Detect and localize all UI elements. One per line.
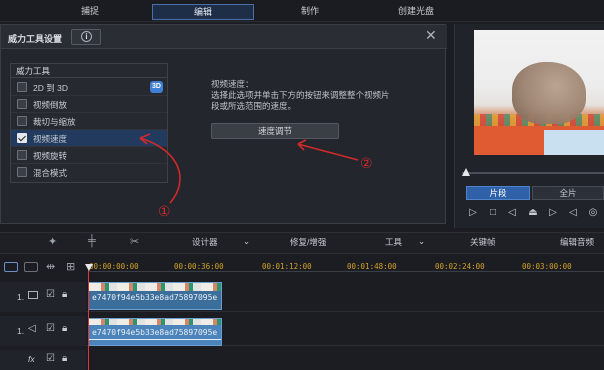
tools-menu[interactable]: 工具 [385,236,402,248]
audio-track: 1. ◁ ☑ 🔒︎ e7470f94e5b33e8ad75897095e [0,316,604,346]
edit-audio-button[interactable]: 编辑音频 [560,236,594,248]
track-header: fx ☑ 🔒︎ [0,350,86,370]
ruler-label: 00:00:36:00 [174,262,224,271]
playhead-handle-icon[interactable] [85,264,93,271]
lock-icon[interactable]: 🔒︎ [62,353,67,364]
play-icon[interactable]: ▷ [466,206,480,220]
scrubber-handle-icon[interactable] [462,168,470,176]
lock-icon[interactable]: 🔒︎ [62,323,67,334]
lock-icon[interactable]: 🔒︎ [62,289,67,300]
clip-name: e7470f94e5b33e8ad75897095e [92,293,218,302]
track-number: 1. [17,326,25,336]
audio-clip[interactable]: e7470f94e5b33e8ad75897095e [88,318,222,346]
audio-level-line [89,339,221,340]
speaker-icon: ◁ [28,323,36,334]
annotation-number-2: ② [360,156,373,172]
video-track: 1. ☑ 🔒︎ e7470f94e5b33e8ad75897095e [0,282,604,312]
track-header: 1. ◁ ☑ 🔒︎ [0,316,86,346]
timeline-ruler[interactable] [88,271,604,272]
volume-icon[interactable]: ◁ [566,206,580,220]
track-number: 1. [17,292,25,302]
stop-icon[interactable]: □ [486,206,500,220]
magic-icon[interactable]: ✦ [48,235,57,248]
next-frame-icon[interactable]: ▷ [546,206,560,220]
preview-scrubber[interactable] [462,172,604,174]
track-header: 1. ☑ 🔒︎ [0,282,86,312]
keyframe-button[interactable]: 关键帧 [470,236,496,248]
fix-enhance-button[interactable]: 修复/增强 [290,236,326,248]
effects-track: fx ☑ 🔒︎ [0,350,604,370]
clip-name: e7470f94e5b33e8ad75897095e [92,328,218,337]
fit-icon[interactable]: ⇹ [46,260,55,273]
video-clip[interactable]: e7470f94e5b33e8ad75897095e [88,282,222,310]
chevron-down-icon[interactable]: ⌄ [243,236,250,247]
ruler-label: 00:02:24:00 [435,262,485,271]
storyboard-view-icon[interactable] [24,262,38,272]
video-preview [474,30,604,155]
clip-mode-tab[interactable]: 片段 [466,186,530,200]
timeline-view-icon[interactable] [4,262,18,272]
ruler-label: 00:03:00:00 [522,262,572,271]
annotation-number-1: ① [158,204,171,220]
annotation-arrow-1 [139,137,181,204]
track-enable-checkbox-icon[interactable]: ☑ [46,353,55,364]
designer-menu[interactable]: 设计器 [192,236,218,248]
previous-frame-icon[interactable]: ◁ [505,206,519,220]
split-icon[interactable]: ╪ [88,235,96,247]
fx-icon: fx [28,354,35,364]
scissors-icon[interactable]: ✂ [130,235,139,248]
chevron-down-icon[interactable]: ⌄ [418,236,425,247]
ruler-label: 00:01:12:00 [262,262,312,271]
playhead[interactable] [88,264,89,370]
marker-icon[interactable]: ⏏ [526,206,540,220]
movie-mode-tab[interactable]: 全片 [532,186,604,200]
annotation-arrow-2 [297,143,359,161]
zoom-icon[interactable]: ⊞ [66,260,75,273]
video-track-icon [28,291,38,299]
ruler-label: 00:00:00:00 [89,262,139,271]
ruler-label: 00:01:48:00 [347,262,397,271]
snapshot-icon[interactable]: ◎ [586,206,600,220]
track-enable-checkbox-icon[interactable]: ☑ [46,323,55,334]
track-enable-checkbox-icon[interactable]: ☑ [46,289,55,300]
